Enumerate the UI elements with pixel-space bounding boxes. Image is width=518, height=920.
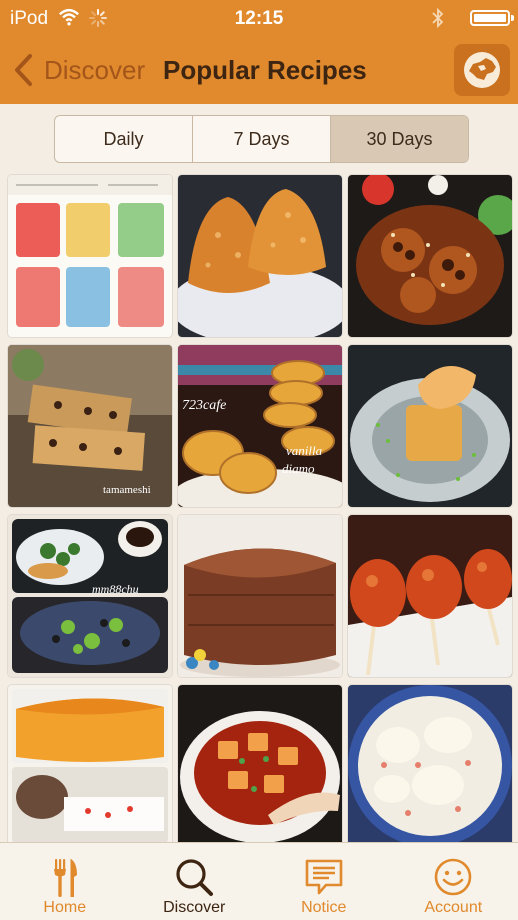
recipe-photo-rice-balls[interactable] [178, 175, 342, 337]
navigation-bar: Discover Popular Recipes [0, 40, 518, 104]
segment-7-days[interactable]: 7 Days [193, 116, 331, 162]
time-range-segmented-control: Daily 7 Days 30 Days [54, 115, 469, 163]
back-chevron-icon[interactable] [12, 52, 34, 88]
recipe-photo-lotus-root[interactable] [348, 175, 512, 337]
back-button[interactable]: Discover [44, 55, 145, 86]
page-title: Popular Recipes [163, 55, 367, 85]
tab-discover-label: Discover [163, 899, 226, 916]
fork-knife-icon [53, 859, 77, 897]
tab-discover[interactable]: Discover [130, 843, 260, 920]
recipe-photo-chocolate-cake[interactable] [178, 515, 342, 677]
diamo-watermark: diamo [282, 461, 315, 476]
map-icon [464, 52, 500, 88]
tab-home-label: Home [43, 899, 87, 916]
tab-notice-label: Notice [301, 899, 347, 916]
battery-icon [470, 10, 514, 26]
search-icon [176, 859, 214, 896]
723cafe-watermark: 723cafe [182, 398, 226, 413]
smiley-icon [434, 858, 472, 896]
recipe-photo-plated-fish[interactable] [348, 345, 512, 507]
segment-daily[interactable]: Daily [55, 116, 193, 162]
status-bar: iPod 12:15 [0, 0, 518, 40]
tab-account-label: Account [424, 899, 483, 916]
message-icon [305, 859, 343, 895]
tab-bar: Home Discover Notice Account [0, 842, 518, 920]
recipe-photo-recipe-card[interactable] [8, 175, 172, 337]
recipe-photo-meatball-skewers[interactable] [348, 515, 512, 677]
recipe-photo-vanilla-cookies[interactable]: 723cafe vanilla diamo [178, 345, 342, 507]
tab-notice[interactable]: Notice [259, 843, 389, 920]
vanilla-watermark: vanilla [286, 443, 323, 458]
bluetooth-icon [432, 7, 444, 29]
mm88chu-watermark: mm88chu [92, 582, 139, 596]
recipe-photo-vegetable-sides[interactable]: mm88chu [8, 515, 172, 677]
tab-home[interactable]: Home [0, 843, 130, 920]
recipe-photo-chocolate-chip-bars[interactable]: tamameshi [8, 345, 172, 507]
tamameshi-watermark: tamameshi [103, 484, 151, 496]
recipe-photo-creamy-stew[interactable] [348, 685, 512, 847]
recipe-photo-sponge-cake[interactable] [8, 685, 172, 847]
tab-account[interactable]: Account [389, 843, 518, 920]
map-button[interactable] [454, 44, 510, 96]
segment-30-days[interactable]: 30 Days [331, 116, 468, 162]
recipe-photo-mapo-tofu[interactable] [178, 685, 342, 847]
